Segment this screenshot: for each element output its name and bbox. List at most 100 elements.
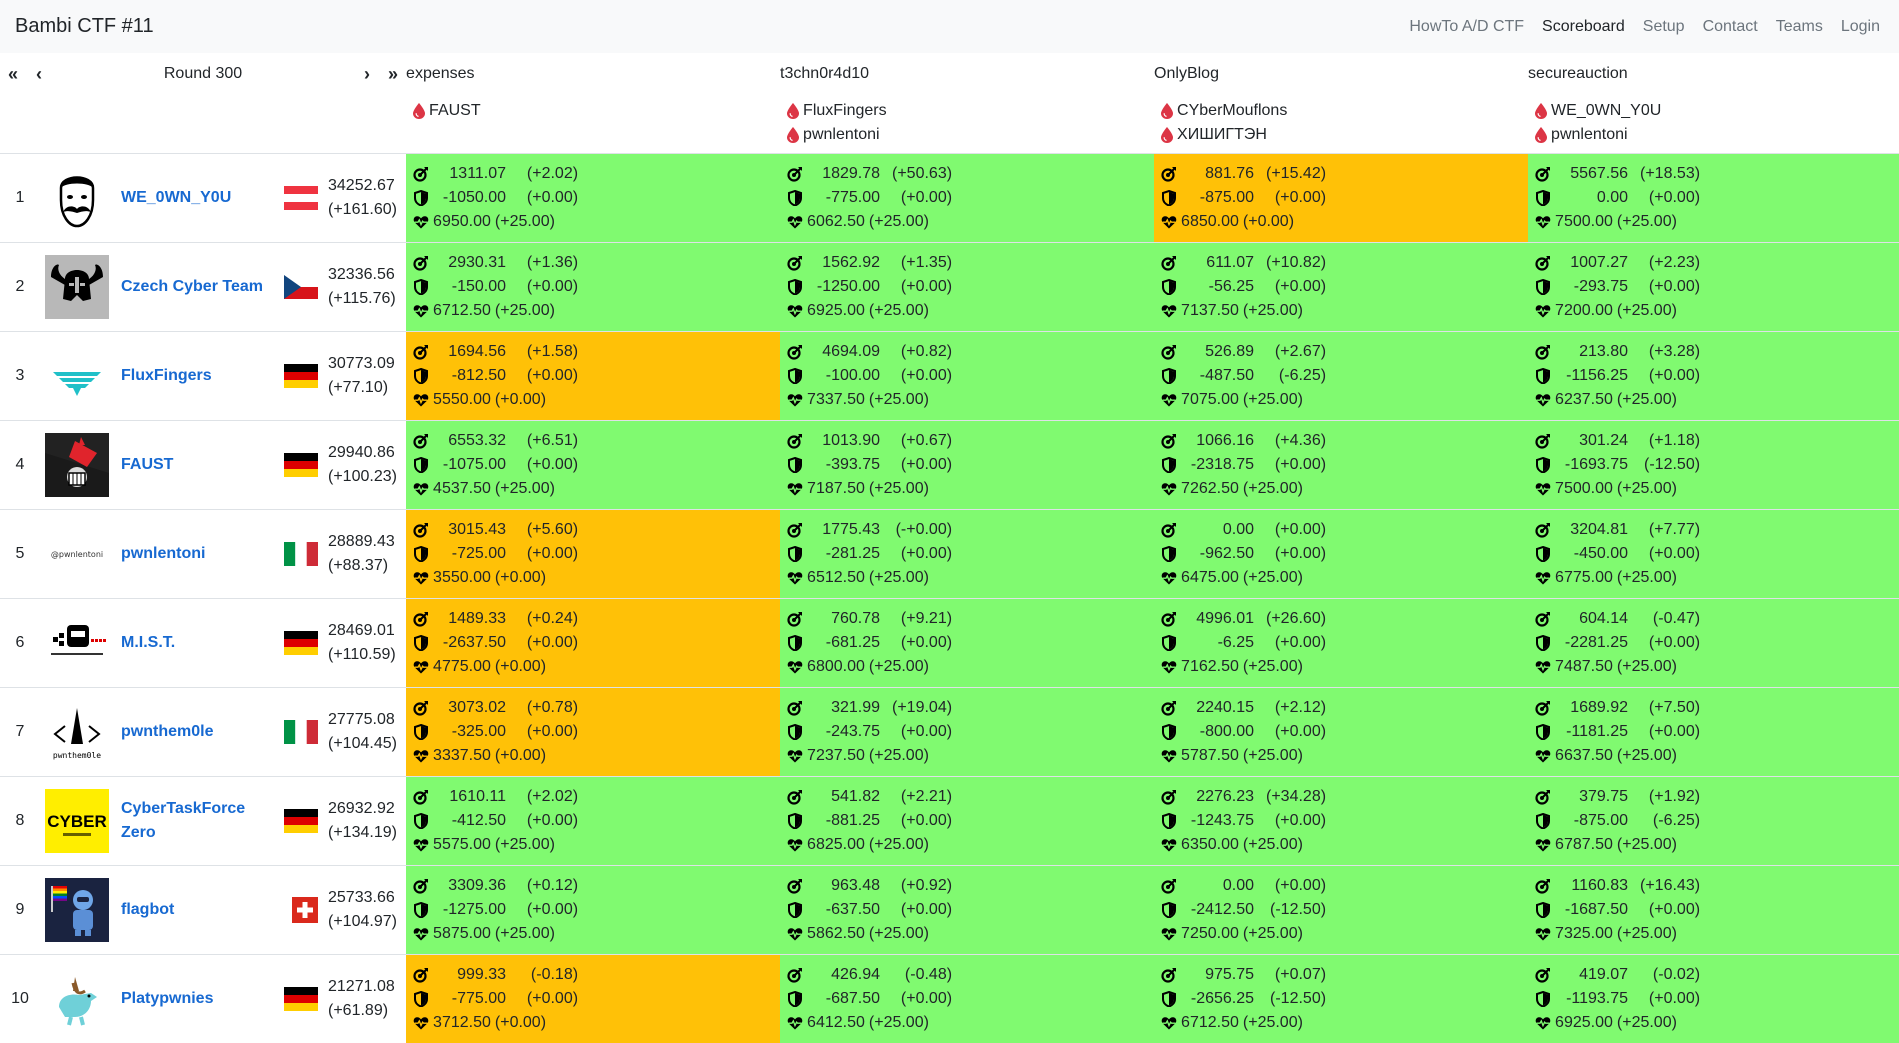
heart-icon (413, 749, 429, 762)
sla-value: 7075.00 (1181, 390, 1239, 408)
brand-title[interactable]: Bambi CTF #11 (15, 15, 154, 38)
heart-icon (787, 1016, 803, 1030)
svg-text:pwnthem0le: pwnthem0le (53, 751, 101, 760)
attack-value: 426.94 (831, 965, 881, 983)
defense-points: -325.00 (+0.00) (413, 720, 780, 744)
attack-points: 419.07 (-0.02) (1535, 963, 1899, 987)
team-logo-cell (40, 865, 114, 955)
sla-value: 7500.00 (1555, 479, 1613, 497)
attack-delta: (+34.28) (1266, 787, 1327, 805)
team-name-link[interactable]: Platypwnies (121, 987, 213, 1011)
defense-value: -1687.50 (1564, 900, 1629, 918)
service-cell-secureauction: 213.80 (+3.28) -1156.25 (+0.00) 6237.50 (+25.… (1528, 331, 1899, 421)
attack-value: 1007.27 (1570, 253, 1629, 271)
team-name-link[interactable]: M.I.S.T. (121, 631, 175, 655)
attack-value: 1066.16 (1196, 431, 1255, 449)
sla-points: 7262.50 (+25.00) (1161, 477, 1528, 501)
next-round-button[interactable]: › (354, 63, 380, 85)
team-name-link[interactable]: FluxFingers (121, 364, 212, 388)
team-cell: flagbot (114, 865, 326, 955)
shield-icon (1162, 278, 1177, 295)
defense-value: -812.50 (451, 366, 507, 384)
defense-points: -2412.50 (-12.50) (1161, 898, 1528, 922)
attack-icon (413, 967, 429, 983)
sla-value: 4775.00 (433, 657, 491, 675)
attack-icon (787, 700, 803, 716)
nav-link-contact[interactable]: Contact (1694, 18, 1767, 36)
heart-icon (413, 304, 429, 317)
attack-delta: (+0.12) (526, 876, 579, 894)
team-rank: 10 (11, 989, 29, 1007)
defense-points: -812.50 (+0.00) (413, 364, 780, 388)
shield-icon (788, 367, 803, 384)
firstblood-entry: FluxFingers (780, 99, 1154, 123)
sla-value: 4537.50 (433, 479, 491, 497)
attack-delta: (+1.58) (526, 342, 579, 360)
sla-delta: (+25.00) (1242, 924, 1303, 942)
attack-delta: (-+0.00) (895, 520, 953, 538)
attack-value: 1562.92 (822, 253, 881, 271)
first-round-button[interactable]: « (0, 63, 26, 85)
nav-link-setup[interactable]: Setup (1634, 18, 1694, 36)
attack-value: 0.00 (1222, 876, 1255, 894)
team-name-link[interactable]: pwnthem0le (121, 720, 213, 744)
attack-icon (413, 878, 429, 894)
sla-points: 6925.00 (+25.00) (787, 299, 1154, 323)
defense-delta: (+0.00) (526, 989, 579, 1007)
attack-value: 2930.31 (448, 253, 507, 271)
sla-delta: (+25.00) (868, 657, 929, 675)
attack-icon (1535, 700, 1551, 716)
attack-value: 5567.56 (1570, 164, 1629, 182)
service-cell-t3chn0r4d10: 1775.43 (-+0.00) -281.25 (+0.00) 6512.50 (+25… (780, 509, 1155, 599)
service-cell-expenses: 6553.32 (+6.51) -1075.00 (+0.00) 4537.50 (+25… (406, 420, 781, 510)
attack-points: 881.76 (+15.42) (1161, 162, 1528, 186)
sla-delta: (+25.00) (868, 479, 929, 497)
attack-icon (413, 166, 429, 182)
sla-points: 6237.50 (+25.00) (1535, 388, 1899, 412)
defense-delta: (+0.00) (526, 811, 579, 829)
nav-link-howto-a-d-ctf[interactable]: HowTo A/D CTF (1400, 18, 1533, 36)
blood-drop-icon (1535, 103, 1548, 119)
heart-icon (1535, 304, 1551, 317)
nav-link-login[interactable]: Login (1832, 18, 1884, 36)
sla-value: 6237.50 (1555, 390, 1613, 408)
team-rank: 7 (0, 687, 40, 777)
defense-points: -2318.75 (+0.00) (1161, 453, 1528, 477)
team-name-link[interactable]: WE_0WN_Y0U (121, 186, 231, 210)
shield-icon (1536, 901, 1551, 918)
team-row: 1 WE_0WN_Y0U 34252.67 (+161.60) 1311.07 (+2.0… (0, 153, 1899, 243)
team-name-link[interactable]: FAUST (121, 453, 173, 477)
sla-points: 6512.50 (+25.00) (787, 566, 1154, 590)
sla-points: 7325.00 (+25.00) (1535, 922, 1899, 946)
firstblood-team: pwnlentoni (803, 126, 880, 143)
attack-icon (1535, 611, 1551, 627)
service-cell-t3chn0r4d10: 321.99 (+19.04) -243.75 (+0.00) 7237.50 (+25.… (780, 687, 1155, 777)
defense-delta: (+0.00) (526, 277, 579, 295)
defense-points: -487.50 (-6.25) (1161, 364, 1528, 388)
attack-points: 0.00 (+0.00) (1161, 518, 1528, 542)
team-name-link[interactable]: pwnlentoni (121, 542, 205, 566)
team-score: 29940.86 (+100.23) (326, 420, 407, 510)
team-name-link[interactable]: Czech Cyber Team (121, 275, 263, 299)
service-cell-onlyblog: 611.07 (+10.82) -56.25 (+0.00) 7137.50 (+25.0… (1154, 242, 1529, 332)
service-cell-onlyblog: 0.00 (+0.00) -962.50 (+0.00) 6475.00 (+25.00) (1154, 509, 1529, 599)
team-rank: 2 (0, 242, 40, 332)
nav-link-teams[interactable]: Teams (1767, 18, 1832, 36)
prev-round-button[interactable]: ‹ (26, 63, 52, 85)
sla-value: 7200.00 (1555, 301, 1613, 319)
sla-points: 3337.50 (+0.00) (413, 744, 780, 768)
service-cell-t3chn0r4d10: 1562.92 (+1.35) -1250.00 (+0.00) 6925.00 (+25… (780, 242, 1155, 332)
team-logo-cell: pwnthem0le (40, 687, 114, 777)
team-name-link[interactable]: flagbot (121, 898, 174, 922)
team-row: 6 M.I.S.T. 28469.01 (+110.59) 1489.33 (+0.24)… (0, 598, 1899, 688)
defense-points: -1275.00 (+0.00) (413, 898, 780, 922)
team-name-link[interactable]: CyberTaskForce Zero (121, 797, 284, 845)
last-round-button[interactable]: » (380, 63, 406, 85)
team-logo: @pwnlentoni (45, 521, 109, 586)
nav-link-scoreboard[interactable]: Scoreboard (1533, 18, 1634, 36)
attack-value: 1610.11 (449, 787, 507, 805)
heart-icon (1535, 1016, 1551, 1030)
attack-points: 604.14 (-0.47) (1535, 607, 1899, 631)
defense-value: -293.75 (1573, 277, 1629, 295)
defense-points: -881.25 (+0.00) (787, 809, 1154, 833)
